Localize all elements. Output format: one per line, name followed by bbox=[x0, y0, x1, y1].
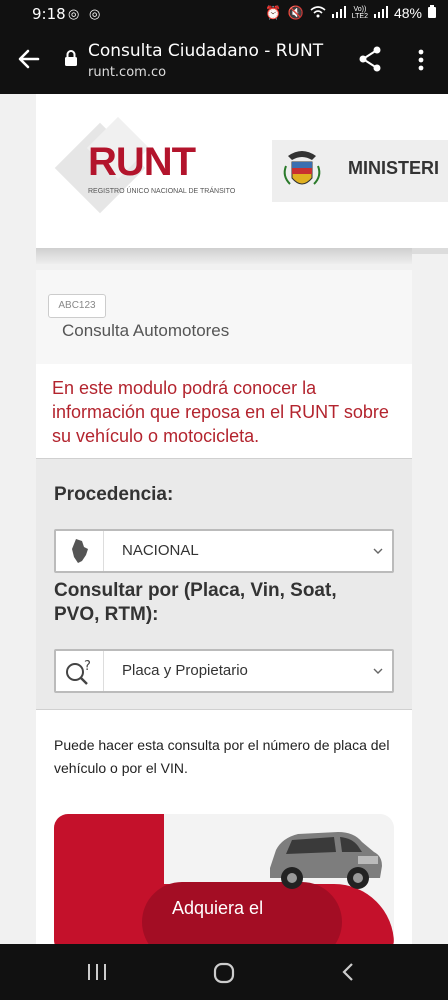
signal-icon-2 bbox=[373, 5, 388, 21]
recent-apps-icon[interactable] bbox=[86, 962, 108, 982]
site-header: RUNT REGISTRO ÚNICO NACIONAL DE TRÁNSITO… bbox=[36, 94, 448, 264]
wifi-icon bbox=[310, 5, 326, 21]
colombia-crest-icon bbox=[283, 151, 321, 185]
module-title: Consulta Automotores bbox=[62, 321, 230, 340]
share-icon[interactable] bbox=[358, 46, 382, 72]
help-card: Puede hacer esta consulta por el número … bbox=[36, 710, 412, 944]
battery-percent: 48% bbox=[393, 5, 422, 21]
procedencia-value: NACIONAL bbox=[122, 542, 199, 559]
home-icon[interactable] bbox=[212, 961, 236, 985]
mute-icon: 🔇 bbox=[287, 5, 304, 20]
promo-banner[interactable]: Adquiera el bbox=[54, 814, 394, 944]
back-arrow-icon[interactable] bbox=[16, 46, 42, 72]
page-title: Consulta Ciudadano - RUNT bbox=[88, 41, 324, 61]
search-question-icon: ? bbox=[56, 651, 104, 691]
colombia-map-icon bbox=[56, 531, 104, 571]
system-nav-bar bbox=[0, 944, 448, 1000]
notification-icons: ◎ ◎ bbox=[68, 6, 104, 21]
consultar-value: Placa y Propietario bbox=[122, 662, 248, 679]
ministry-label: MINISTERI bbox=[348, 158, 440, 178]
alarm-icon: ⏰ bbox=[265, 5, 282, 20]
battery-icon bbox=[428, 5, 436, 21]
ministry-banner: MINISTERI bbox=[272, 140, 448, 202]
logo-word: RUNT bbox=[88, 140, 196, 184]
status-right-icons: ⏰ 🔇 Vo)) LTE2 48% bbox=[265, 5, 436, 21]
status-bar: 9:18 ◎ ◎ ⏰ 🔇 Vo)) LTE2 48% bbox=[0, 0, 448, 28]
status-time: 9:18 bbox=[32, 5, 66, 23]
page-url[interactable]: runt.com.co bbox=[88, 65, 166, 80]
svg-text:?: ? bbox=[84, 659, 91, 674]
suv-car-image bbox=[270, 832, 382, 889]
lte-label: Vo)) LTE2 bbox=[351, 6, 368, 20]
procedencia-label: Procedencia: bbox=[54, 484, 174, 505]
web-content: RUNT REGISTRO ÚNICO NACIONAL DE TRÁNSITO… bbox=[0, 94, 448, 944]
promo-button-label: Adquiera el bbox=[172, 898, 264, 918]
consultar-label-line1: Consultar por (Placa, Vin, Soat, bbox=[54, 580, 337, 601]
chevron-down-icon bbox=[373, 548, 383, 554]
back-icon[interactable] bbox=[340, 961, 356, 983]
procedencia-select[interactable]: NACIONAL bbox=[54, 529, 394, 573]
chevron-down-icon bbox=[373, 668, 383, 674]
query-form: Procedencia: NACIONAL Consultar por (Pla… bbox=[36, 458, 412, 710]
header-shadow bbox=[36, 248, 412, 264]
signal-icon bbox=[331, 5, 346, 21]
module-card: ABC123 Consulta Automotores bbox=[36, 270, 412, 365]
consultar-select[interactable]: ? Placa y Propietario bbox=[54, 649, 394, 693]
consultar-label-line2: PVO, RTM): bbox=[54, 604, 159, 625]
browser-app-bar: Consulta Ciudadano - RUNT runt.com.co bbox=[0, 28, 448, 94]
runt-logo[interactable]: RUNT REGISTRO ÚNICO NACIONAL DE TRÁNSITO bbox=[54, 116, 256, 222]
plate-badge: ABC123 bbox=[48, 294, 106, 318]
help-text: Puede hacer esta consulta por el número … bbox=[54, 737, 390, 776]
lock-icon bbox=[65, 50, 77, 66]
logo-subtitle: REGISTRO ÚNICO NACIONAL DE TRÁNSITO bbox=[88, 188, 236, 195]
info-message: En este modulo podrá conocer la informac… bbox=[36, 364, 412, 458]
more-options-icon[interactable] bbox=[412, 48, 430, 72]
